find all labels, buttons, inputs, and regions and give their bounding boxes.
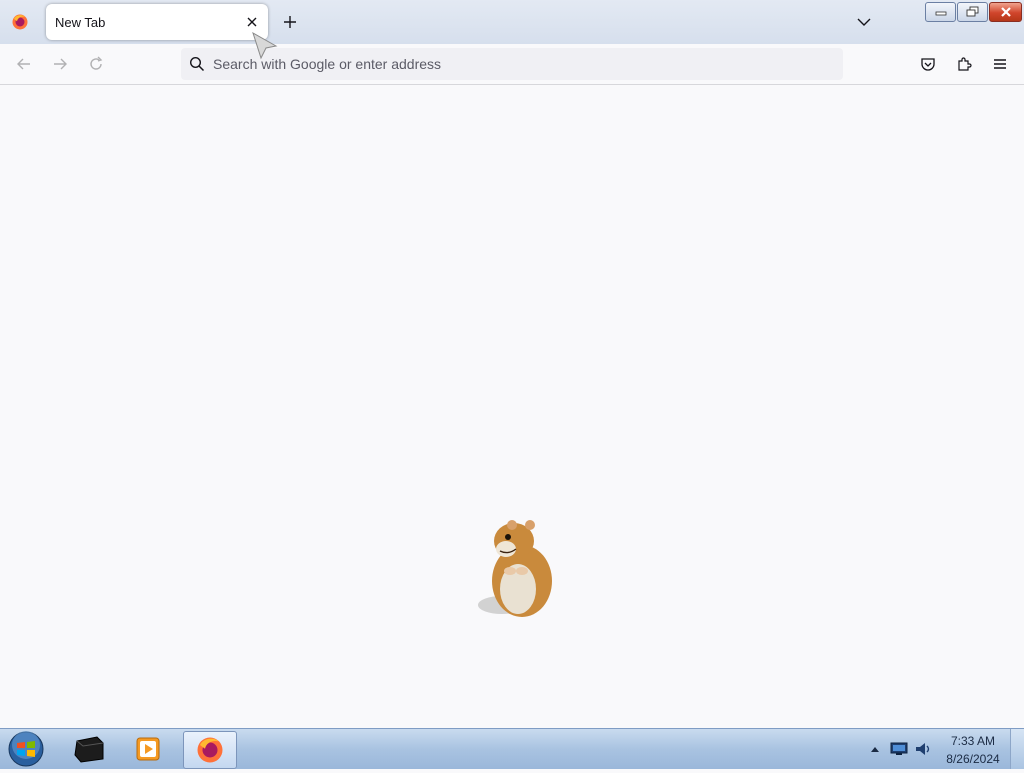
reload-icon xyxy=(90,56,103,70)
firefox-view-button[interactable] xyxy=(8,10,32,34)
pocket-icon xyxy=(921,58,935,71)
close-icon xyxy=(1000,7,1011,17)
reload-button[interactable] xyxy=(84,52,108,76)
start-button[interactable] xyxy=(6,730,46,768)
network-tray-button[interactable] xyxy=(889,740,909,758)
taskbar-app-firefox[interactable] xyxy=(183,731,237,769)
taskbar-app-terminal[interactable] xyxy=(63,731,115,767)
restore-button[interactable] xyxy=(957,2,988,22)
minimize-button[interactable] xyxy=(925,2,956,22)
firefox-icon xyxy=(12,14,28,30)
hamster-image xyxy=(478,520,552,617)
taskbar: 7:33 AM 8/26/2024 xyxy=(0,728,1024,769)
search-icon xyxy=(189,56,205,72)
show-hidden-icons-icon xyxy=(871,747,879,752)
tab-close-button[interactable] xyxy=(242,12,262,32)
hamburger-menu-icon xyxy=(994,59,1006,69)
restore-icon xyxy=(966,6,978,17)
clock-time: 7:33 AM xyxy=(950,734,996,748)
windows-start-icon xyxy=(8,731,44,767)
save-to-pocket-button[interactable] xyxy=(916,52,940,76)
taskbar-app-media-player[interactable] xyxy=(122,731,174,767)
network-icon xyxy=(890,742,908,755)
arrow-right-icon xyxy=(54,58,67,70)
extensions-button[interactable] xyxy=(952,52,976,76)
terminal-app-icon xyxy=(74,736,104,763)
tab-title: New Tab xyxy=(55,15,106,30)
new-tab-page xyxy=(0,85,1024,728)
plus-icon xyxy=(284,16,296,28)
tab-new-tab[interactable]: New Tab xyxy=(46,4,268,40)
close-window-button[interactable] xyxy=(989,2,1022,22)
media-player-icon xyxy=(136,737,160,761)
list-all-tabs-button[interactable] xyxy=(852,10,876,34)
new-tab-button[interactable] xyxy=(278,10,302,34)
tab-strip: New Tab xyxy=(0,0,1024,44)
firefox-icon xyxy=(197,737,223,763)
minimize-icon xyxy=(935,11,946,16)
forward-button[interactable] xyxy=(48,52,72,76)
url-bar[interactable] xyxy=(181,48,843,80)
puzzle-icon xyxy=(958,57,972,71)
show-hidden-icons-button[interactable] xyxy=(868,742,882,756)
close-icon xyxy=(247,17,257,27)
chevron-down-icon xyxy=(857,18,871,26)
volume-icon xyxy=(916,743,930,755)
app-menu-button[interactable] xyxy=(988,52,1012,76)
volume-tray-button[interactable] xyxy=(913,740,933,758)
navigation-toolbar xyxy=(0,44,1024,85)
mouse-cursor-icon xyxy=(252,32,278,60)
url-input[interactable] xyxy=(213,48,833,80)
show-desktop-button[interactable] xyxy=(1010,729,1024,769)
back-button[interactable] xyxy=(12,52,36,76)
clock-date: 8/26/2024 xyxy=(946,752,1000,766)
arrow-left-icon xyxy=(17,58,30,70)
